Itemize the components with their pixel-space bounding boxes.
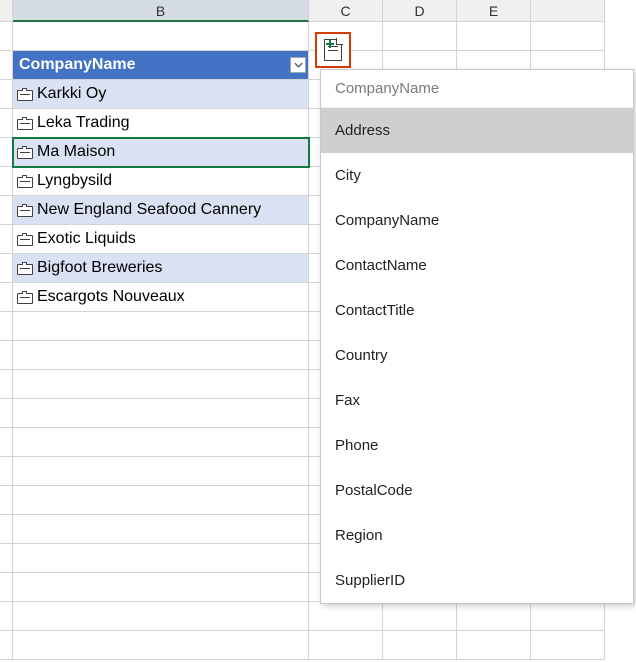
cell[interactable] [531,631,605,660]
row-gutter [0,22,13,660]
cell[interactable] [13,457,309,486]
data-type-icon [17,262,33,275]
field-menu-item[interactable]: SupplierID [321,558,633,603]
data-type-icon [17,233,33,246]
chevron-down-icon [294,62,303,68]
table-row[interactable]: Leka Trading [13,109,309,138]
table-row[interactable]: Escargots Nouveaux [13,283,309,312]
field-menu-item[interactable]: Phone [321,423,633,468]
cell[interactable] [13,544,309,573]
cell[interactable] [531,22,605,51]
company-name-label: Escargots Nouveaux [37,283,185,311]
cell[interactable] [13,602,309,631]
table-row[interactable]: Bigfoot Breweries [13,254,309,283]
cell[interactable] [309,602,383,631]
cell[interactable] [13,573,309,602]
cell[interactable] [13,399,309,428]
cell[interactable] [13,631,309,660]
cell[interactable] [457,22,531,51]
table-row[interactable]: Ma Maison [13,138,309,167]
data-type-icon [17,204,33,217]
cell[interactable] [531,602,605,631]
company-name-label: Lyngbysild [37,167,112,195]
cell[interactable] [13,428,309,457]
cell[interactable] [13,486,309,515]
field-menu-item[interactable]: PostalCode [321,468,633,513]
data-type-icon [17,117,33,130]
col-header-F[interactable] [531,0,605,22]
cell[interactable] [457,602,531,631]
cell[interactable] [383,631,457,660]
field-menu-item[interactable]: Fax [321,378,633,423]
field-picker-menu: CompanyName AddressCityCompanyNameContac… [320,69,634,604]
company-name-label: Karkki Oy [37,80,106,108]
data-type-icon [17,88,33,101]
data-type-icon [17,146,33,159]
cell[interactable] [309,631,383,660]
col-header-D[interactable]: D [383,0,457,22]
cell[interactable] [457,631,531,660]
col-gutter [0,0,13,22]
field-menu-item[interactable]: ContactTitle [321,288,633,333]
company-name-label: Bigfoot Breweries [37,254,162,282]
field-menu-item[interactable]: Country [321,333,633,378]
cell[interactable] [383,602,457,631]
insert-data-icon [324,39,342,61]
company-name-label: New England Seafood Cannery [37,196,261,224]
field-menu-item[interactable]: ContactName [321,243,633,288]
field-menu-header: CompanyName [321,70,633,108]
col-header-C[interactable]: C [309,0,383,22]
insert-data-button[interactable] [315,32,351,68]
cell[interactable] [383,22,457,51]
column-headers: B C D E [0,0,636,22]
table-row[interactable]: Karkki Oy [13,80,309,109]
col-header-E[interactable]: E [457,0,531,22]
data-type-icon [17,175,33,188]
data-type-icon [17,291,33,304]
cell[interactable] [13,515,309,544]
company-name-label: Ma Maison [37,138,115,166]
table-header-companyname[interactable]: CompanyName [13,51,309,80]
cell[interactable] [13,312,309,341]
table-row[interactable]: Exotic Liquids [13,225,309,254]
cell[interactable] [13,22,309,51]
field-menu-item[interactable]: Address [321,108,633,153]
table-row[interactable]: Lyngbysild [13,167,309,196]
field-menu-item[interactable]: Region [321,513,633,558]
cell[interactable] [13,341,309,370]
filter-dropdown-button[interactable] [290,57,306,73]
cell[interactable] [13,370,309,399]
company-name-label: Exotic Liquids [37,225,136,253]
company-name-label: Leka Trading [37,109,130,137]
col-header-B[interactable]: B [13,0,309,22]
table-row[interactable]: New England Seafood Cannery [13,196,309,225]
field-menu-item[interactable]: CompanyName [321,198,633,243]
field-menu-item[interactable]: City [321,153,633,198]
